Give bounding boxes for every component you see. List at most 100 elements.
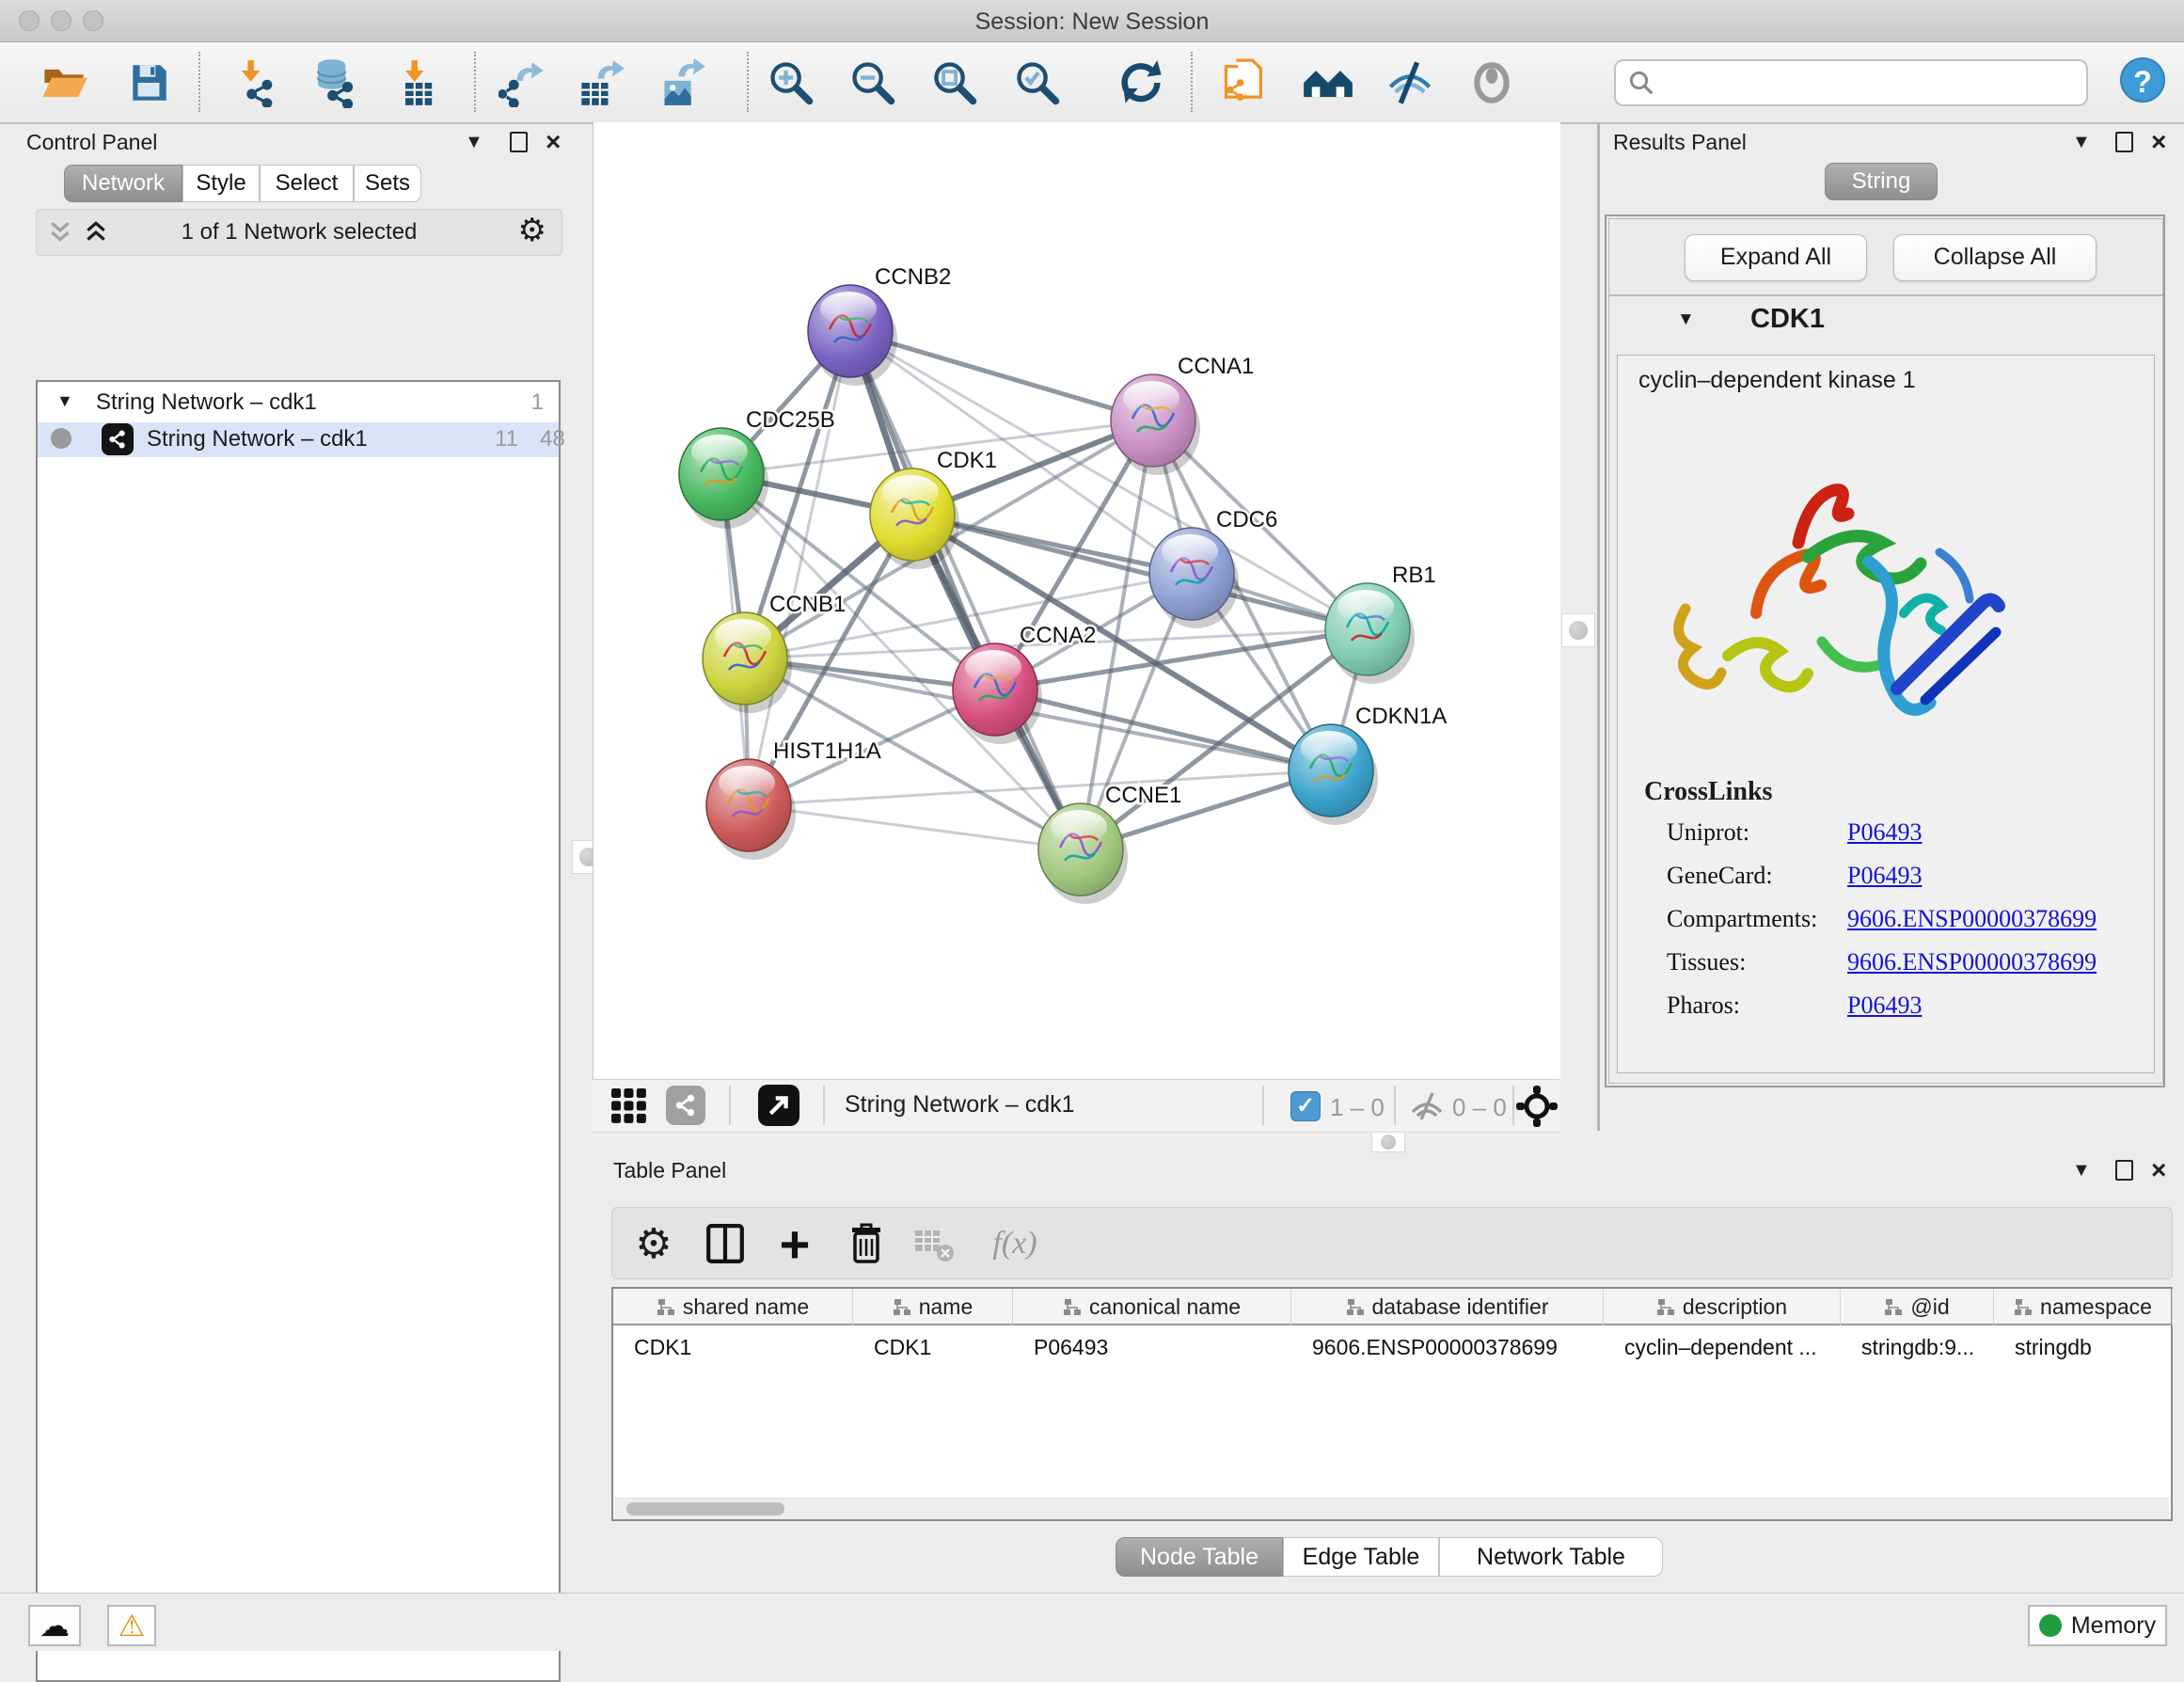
function-builder-icon[interactable]: f(x) bbox=[981, 1219, 1049, 1268]
cell-canonical-name[interactable]: P06493 bbox=[1013, 1327, 1291, 1367]
node-CDC6[interactable] bbox=[1149, 528, 1239, 628]
panel-menu-icon[interactable]: ▼ bbox=[465, 132, 483, 153]
warnings-button[interactable]: ⚠ bbox=[107, 1605, 156, 1646]
toolbar-search-field[interactable] bbox=[1614, 59, 2088, 106]
selected-checkbox[interactable]: ✓ bbox=[1290, 1091, 1321, 1121]
string-home-button[interactable] bbox=[1298, 56, 1358, 110]
node-CDK1[interactable] bbox=[870, 468, 959, 569]
hide-panel-button[interactable] bbox=[1380, 56, 1440, 110]
zoom-out-icon bbox=[848, 58, 897, 107]
column-header-description[interactable]: description bbox=[1604, 1289, 1841, 1325]
gear-icon[interactable]: ⚙ bbox=[518, 212, 546, 249]
open-in-window-button[interactable] bbox=[758, 1085, 799, 1126]
network-canvas[interactable]: CCNB2CCNA1CDC25BCDK1CDC6RB1CCNB1CCNA2CDK… bbox=[593, 122, 1560, 1079]
crosslink-uniprot-link[interactable]: P06493 bbox=[1847, 818, 1922, 847]
panel-menu-icon[interactable]: ▼ bbox=[2072, 1160, 2091, 1182]
zoom-fit-button[interactable] bbox=[925, 56, 985, 110]
float-panel-icon[interactable] bbox=[2115, 132, 2133, 152]
tab-sets[interactable]: Sets bbox=[354, 165, 421, 202]
node-CCNE1[interactable] bbox=[1038, 803, 1128, 904]
tab-select[interactable]: Select bbox=[260, 165, 354, 202]
node-RB1[interactable] bbox=[1325, 583, 1415, 684]
import-network-file-button[interactable] bbox=[226, 56, 286, 110]
tab-network-table[interactable]: Network Table bbox=[1439, 1537, 1663, 1577]
entry-details: cyclin–dependent kinase 1 CrossLinks bbox=[1617, 355, 2155, 1073]
show-panel-button[interactable] bbox=[1462, 56, 1522, 110]
crosslink-label: Compartments: bbox=[1667, 905, 1817, 933]
cloud-status-button[interactable]: ☁ bbox=[28, 1605, 81, 1646]
table-horizontal-scrollbar[interactable] bbox=[615, 1498, 2169, 1519]
crosslink-compartments-link[interactable]: 9606.ENSP00000378699 bbox=[1847, 905, 2097, 933]
cell-@id[interactable]: stringdb:9... bbox=[1841, 1327, 1994, 1367]
add-column-icon[interactable]: + bbox=[768, 1219, 821, 1268]
cell-shared-name[interactable]: CDK1 bbox=[613, 1327, 853, 1367]
node-CDC25B[interactable] bbox=[679, 428, 768, 529]
crosshair-icon[interactable] bbox=[1516, 1086, 1558, 1127]
node-CCNB2[interactable] bbox=[808, 285, 897, 386]
show-columns-icon[interactable] bbox=[699, 1219, 752, 1268]
cell-namespace[interactable]: stringdb bbox=[1994, 1327, 2173, 1367]
zoom-selected-button[interactable] bbox=[1007, 56, 1068, 110]
export-image-button[interactable] bbox=[653, 56, 713, 110]
column-header-name[interactable]: name bbox=[853, 1289, 1013, 1325]
crosslink-tissues-link[interactable]: 9606.ENSP00000378699 bbox=[1847, 948, 2097, 976]
right-splitter-handle[interactable] bbox=[1561, 613, 1595, 647]
horizontal-splitter-handle[interactable] bbox=[1371, 1132, 1405, 1152]
refresh-view-button[interactable] bbox=[1111, 56, 1171, 110]
import-table-file-button[interactable] bbox=[388, 56, 448, 110]
close-panel-icon[interactable]: × bbox=[546, 134, 561, 151]
tab-network[interactable]: Network bbox=[64, 165, 182, 202]
cell-name[interactable]: CDK1 bbox=[853, 1327, 1013, 1367]
expand-all-button[interactable]: Expand All bbox=[1685, 234, 1867, 281]
cell-description[interactable]: cyclin–dependent ... bbox=[1604, 1327, 1841, 1367]
export-table-button[interactable] bbox=[572, 56, 632, 110]
scrollbar-thumb[interactable] bbox=[626, 1502, 784, 1515]
clone-network-button[interactable] bbox=[1214, 56, 1274, 110]
column-header-@id[interactable]: @id bbox=[1841, 1289, 1994, 1325]
node-CDKN1A[interactable] bbox=[1289, 724, 1378, 825]
cell-database-identifier[interactable]: 9606.ENSP00000378699 bbox=[1291, 1327, 1604, 1367]
network-collection-row[interactable]: ▼ String Network – cdk1 1 bbox=[38, 388, 559, 422]
network-row-selected[interactable]: String Network – cdk1 11 48 bbox=[38, 422, 559, 457]
memory-button[interactable]: Memory bbox=[2028, 1605, 2167, 1646]
zoom-in-button[interactable] bbox=[761, 56, 821, 110]
copy-network-file-icon bbox=[1220, 58, 1269, 107]
crosslink-genecard-link[interactable]: P06493 bbox=[1847, 862, 1922, 890]
birds-eye-grid-icon[interactable] bbox=[611, 1088, 647, 1124]
edge-ccne1-hist1h1a[interactable] bbox=[749, 805, 1081, 849]
column-header-shared-name[interactable]: shared name bbox=[613, 1289, 853, 1325]
float-panel-icon[interactable] bbox=[510, 132, 528, 152]
collapse-all-button[interactable]: Collapse All bbox=[1893, 234, 2097, 281]
import-network-from-database-button[interactable] bbox=[305, 56, 365, 110]
help-button[interactable]: ? bbox=[2120, 57, 2165, 103]
column-header-namespace[interactable]: namespace bbox=[1994, 1289, 2173, 1325]
panel-menu-icon[interactable]: ▼ bbox=[2072, 132, 2091, 153]
close-panel-icon[interactable]: × bbox=[2151, 134, 2166, 151]
tab-style[interactable]: Style bbox=[182, 165, 260, 202]
node-CCNA1[interactable] bbox=[1111, 374, 1200, 475]
node-HIST1H1A[interactable] bbox=[706, 759, 796, 860]
column-header-database-identifier[interactable]: database identifier bbox=[1291, 1289, 1604, 1325]
save-session-button[interactable] bbox=[119, 56, 179, 110]
float-panel-icon[interactable] bbox=[2115, 1160, 2133, 1181]
delete-column-icon[interactable] bbox=[840, 1219, 893, 1268]
crosslink-label: Uniprot: bbox=[1667, 818, 1749, 847]
zoom-out-button[interactable] bbox=[843, 56, 903, 110]
tab-edge-table[interactable]: Edge Table bbox=[1283, 1537, 1439, 1577]
collection-expand-icon[interactable]: ▼ bbox=[56, 391, 73, 411]
entry-collapse-icon[interactable]: ▼ bbox=[1677, 309, 1695, 330]
open-session-button[interactable] bbox=[34, 56, 94, 110]
close-panel-icon[interactable]: × bbox=[2151, 1162, 2166, 1179]
tab-node-table[interactable]: Node Table bbox=[1116, 1537, 1283, 1577]
table-gear-icon[interactable]: ⚙ bbox=[627, 1219, 680, 1268]
export-network-button[interactable] bbox=[493, 56, 553, 110]
search-input[interactable] bbox=[1661, 64, 2079, 100]
column-header-canonical-name[interactable]: canonical name bbox=[1013, 1289, 1291, 1325]
clear-table-icon[interactable] bbox=[908, 1219, 960, 1268]
edge-ccnb2-ccne1[interactable] bbox=[850, 331, 1081, 849]
string-style-button[interactable] bbox=[666, 1086, 705, 1125]
edge-ccnb2-hist1h1a[interactable] bbox=[749, 331, 850, 805]
tab-string[interactable]: String bbox=[1825, 163, 1938, 200]
crosslink-pharos-link[interactable]: P06493 bbox=[1847, 992, 1922, 1020]
edge-cdk1-rb1[interactable] bbox=[912, 515, 1368, 629]
